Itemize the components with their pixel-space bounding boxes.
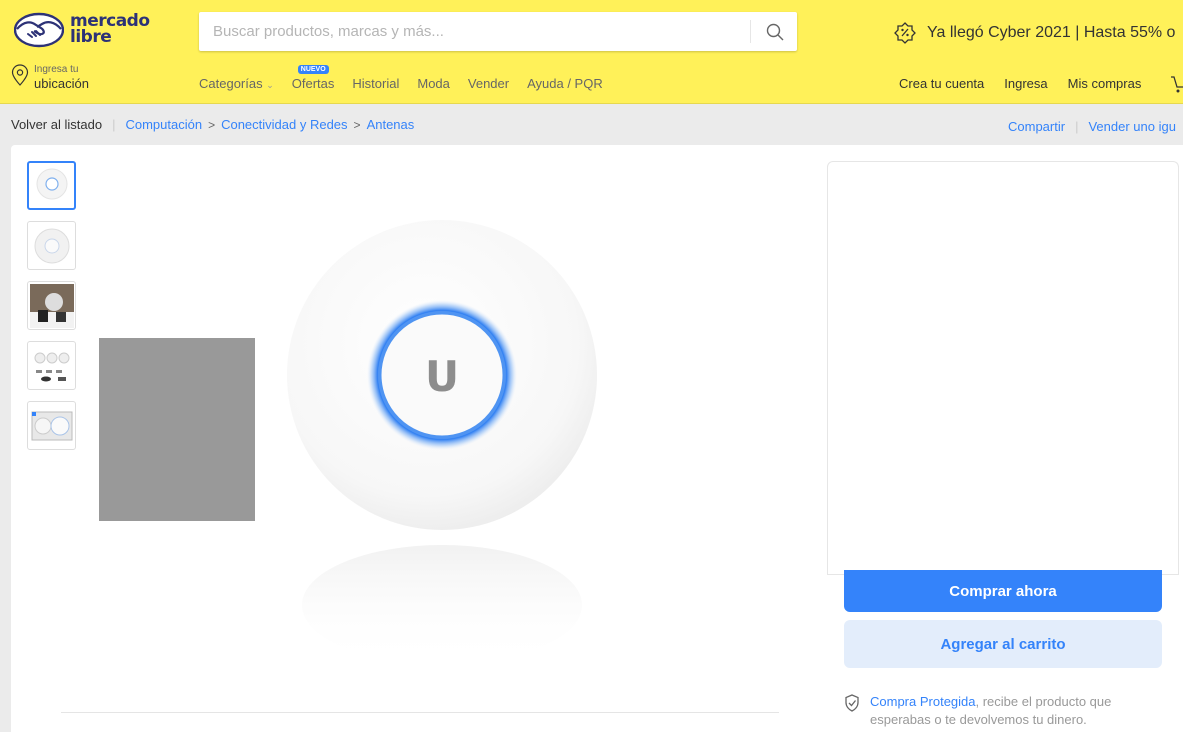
buy-now-button[interactable]: Comprar ahora xyxy=(844,570,1162,612)
search-icon xyxy=(766,23,784,40)
search-bar xyxy=(199,12,797,51)
search-button[interactable] xyxy=(753,12,797,51)
ubiquiti-logo-letter: U xyxy=(425,352,459,401)
login-link[interactable]: Ingresa xyxy=(1004,76,1047,91)
protected-purchase-link[interactable]: Compra Protegida xyxy=(870,694,976,709)
thumbnail-5[interactable] xyxy=(27,401,76,450)
logo-text: mercado libre xyxy=(70,11,150,47)
main-nav: Categorías ⌄ NUEVO Ofertas Historial Moda… xyxy=(199,65,603,91)
location-selector[interactable]: Ingresa tu ubicación xyxy=(11,64,89,92)
my-purchases-link[interactable]: Mis compras xyxy=(1068,76,1142,91)
breadcrumb-antenas[interactable]: Antenas xyxy=(367,117,415,132)
product-photo-thumbnail xyxy=(29,283,74,328)
back-to-list-link[interactable]: Volver al listado xyxy=(11,117,102,132)
nav-ayuda[interactable]: Ayuda / PQR xyxy=(527,76,603,91)
thumbnail-4[interactable] xyxy=(27,341,76,390)
product-main-image[interactable]: U xyxy=(261,205,611,655)
handshake-logo-icon xyxy=(13,12,65,48)
create-account-link[interactable]: Crea tu cuenta xyxy=(899,76,984,91)
nav-ofertas[interactable]: NUEVO Ofertas xyxy=(291,65,335,91)
divider xyxy=(61,712,779,713)
nav-vender[interactable]: Vender xyxy=(468,76,509,91)
protected-purchase-note: Compra Protegida, recibe el producto que… xyxy=(844,693,1164,729)
chevron-right-icon: > xyxy=(353,117,361,132)
cart-icon xyxy=(1171,76,1183,93)
thumbnail-1[interactable] xyxy=(27,161,76,210)
separator: | xyxy=(1075,119,1079,134)
share-link[interactable]: Compartir xyxy=(1008,119,1065,134)
promo-banner[interactable]: Ya llegó Cyber 2021 | Hasta 55% o xyxy=(893,20,1175,46)
search-input[interactable] xyxy=(213,12,743,51)
add-to-cart-button[interactable]: Agregar al carrito xyxy=(844,620,1162,668)
nav-historial[interactable]: Historial xyxy=(352,76,399,91)
product-thumbnail-image xyxy=(34,228,69,263)
promo-text: Ya llegó Cyber 2021 | Hasta 55% o xyxy=(927,24,1176,41)
location-label: ubicación xyxy=(34,76,89,91)
nav-label: Categorías xyxy=(199,76,263,91)
thumbnail-3[interactable] xyxy=(27,281,76,330)
chevron-down-icon: ⌄ xyxy=(266,80,274,90)
nav-categorias[interactable]: Categorías ⌄ xyxy=(199,76,274,91)
account-links: Crea tu cuenta Ingresa Mis compras xyxy=(899,76,1141,91)
nav-label: Ofertas xyxy=(291,76,335,91)
header: mercado libre Ya llegó Cyber 2021 | Hast… xyxy=(0,0,1183,104)
cart-button[interactable] xyxy=(1171,74,1183,99)
product-thumbnail-image xyxy=(36,168,67,199)
shield-check-icon xyxy=(845,694,859,712)
product-panel: U Comprar ahora Agregar al carrito Compr… xyxy=(11,145,1183,732)
placeholder-image xyxy=(99,338,255,521)
new-badge: NUEVO xyxy=(297,65,329,74)
breadcrumb: Volver al listado | Computación > Conect… xyxy=(11,117,414,132)
breadcrumb-conectividad[interactable]: Conectividad y Redes xyxy=(221,117,347,132)
product-kit-thumbnail xyxy=(34,352,69,381)
chevron-right-icon: > xyxy=(208,117,216,132)
buy-box xyxy=(827,161,1179,575)
location-label-small: Ingresa tu xyxy=(34,64,79,75)
sell-similar-link[interactable]: Vender uno igu xyxy=(1088,119,1175,134)
nav-moda[interactable]: Moda xyxy=(417,76,450,91)
separator: | xyxy=(112,117,116,132)
product-box-thumbnail xyxy=(31,411,72,440)
discount-badge-icon xyxy=(894,22,916,44)
share-area: Compartir | Vender uno igu xyxy=(1008,119,1176,134)
breadcrumb-computacion[interactable]: Computación xyxy=(125,117,202,132)
search-divider xyxy=(750,20,751,43)
thumbnail-2[interactable] xyxy=(27,221,76,270)
mercadolibre-logo[interactable]: mercado libre xyxy=(13,11,150,52)
location-pin-icon xyxy=(11,64,29,86)
